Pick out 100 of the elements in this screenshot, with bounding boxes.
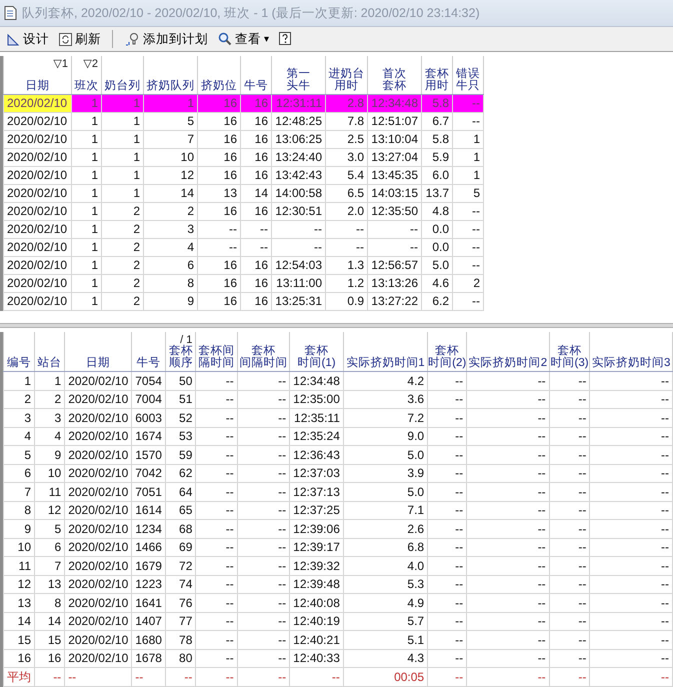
- table-cell: 14: [144, 184, 198, 202]
- table-cell: 2: [102, 238, 144, 256]
- view-menu-button[interactable]: 查看 ▾: [215, 29, 272, 49]
- table-row[interactable]: 2020/02/10 1 1 7 16 16 13:06:25 2.5 13:10:04 5.8 1: [4, 130, 484, 148]
- table-cell: 2020/02/10: [64, 427, 132, 446]
- table-cell: 4.0: [343, 556, 428, 576]
- column-header[interactable]: 挤奶位: [198, 56, 240, 94]
- table-cell: 14:03:15: [368, 184, 422, 202]
- table-cell: --: [428, 446, 467, 464]
- table-cell: 16: [240, 274, 272, 292]
- table-cell: --: [428, 649, 467, 668]
- table-cell: 5.1: [343, 630, 428, 650]
- table-row[interactable]: 2020/02/10 1 2 3 -- -- -- -- -- 0.0 --: [4, 220, 484, 238]
- table-cell: --: [237, 501, 290, 520]
- table-cell: 12:39:48: [290, 575, 344, 594]
- table-cell: --: [428, 408, 467, 428]
- table-row[interactable]: 2020/02/10 1 2 4 -- -- -- -- -- 0.0 --: [4, 238, 484, 256]
- table-cell: --: [196, 668, 238, 686]
- table-cell: 1: [72, 112, 102, 130]
- table-cell: 12:36:43: [290, 446, 344, 464]
- design-button[interactable]: 设计: [4, 29, 52, 49]
- table-cell: 2.0: [326, 202, 368, 220]
- table-cell: 12:51:07: [368, 112, 422, 130]
- table-cell: 74: [166, 575, 196, 594]
- table-cell: 12: [144, 166, 198, 184]
- column-header[interactable]: 牛号: [240, 56, 272, 94]
- table-cell: 2: [102, 202, 144, 220]
- table-cell: --: [466, 446, 550, 464]
- table-cell: 12:35:24: [290, 427, 344, 446]
- table-cell: --: [428, 501, 467, 520]
- table-cell: 12:40:33: [290, 649, 344, 668]
- table-cell: --: [290, 668, 344, 686]
- table-cell: 0.9: [326, 292, 368, 310]
- table-cell: 1: [72, 130, 102, 148]
- table-cell: --: [326, 220, 368, 238]
- table-cell: --: [272, 238, 326, 256]
- table-cell: 78: [166, 630, 196, 650]
- add-to-plan-button[interactable]: 添加到计划: [121, 29, 211, 49]
- table-cell: --: [466, 501, 550, 520]
- column-header[interactable]: 进奶台用时: [326, 56, 368, 94]
- table-row[interactable]: 2020/02/10 1 2 8 16 16 13:11:00 1.2 13:13:26 4.6 2: [4, 274, 484, 292]
- column-header[interactable]: 首次套杯: [368, 56, 422, 94]
- table-cell: --: [198, 220, 240, 238]
- table-cell: 16: [198, 94, 240, 112]
- table-row[interactable]: 2020/02/10 1 2 6 16 16 12:54:03 1.3 12:56:57 5.0 --: [4, 256, 484, 274]
- column-header[interactable]: 奶台列: [102, 56, 144, 94]
- table-cell: --: [237, 408, 290, 428]
- column-header[interactable]: 错误牛只: [452, 56, 484, 94]
- table-row[interactable]: 2020/02/10 1 2 9 16 16 13:25:31 0.9 13:27:22 6.2 --: [4, 292, 484, 310]
- table-cell: --: [466, 630, 550, 650]
- table-cell: 5.3: [343, 575, 428, 594]
- table-cell: --: [428, 482, 467, 502]
- table-cell: 0.0: [422, 238, 452, 256]
- table-cell: 7.1: [343, 501, 428, 520]
- table-cell: 6.5: [326, 184, 368, 202]
- table-cell: 1678: [132, 649, 166, 668]
- table-cell: 3: [144, 220, 198, 238]
- table-cell: --: [549, 482, 590, 502]
- table-row[interactable]: 2020/02/10 1 1 5 16 16 12:48:25 7.8 12:51:07 6.7 --: [4, 112, 484, 130]
- column-header[interactable]: 第一头牛: [272, 56, 326, 94]
- table-cell: --: [590, 446, 672, 464]
- table-cell: --: [466, 464, 550, 483]
- table-cell: 13:24:40: [272, 148, 326, 166]
- sort-indicator: ▽2: [83, 58, 98, 70]
- table-cell: 2: [102, 256, 144, 274]
- table-cell: 8: [4, 501, 34, 520]
- table-cell: 2020/02/10: [64, 630, 132, 650]
- column-header[interactable]: 挤奶队列: [144, 56, 198, 94]
- table-cell: 4: [144, 238, 198, 256]
- column-header[interactable]: ▽2 班次: [72, 56, 102, 94]
- table-cell: --: [428, 520, 467, 538]
- table-cell: --: [466, 390, 550, 409]
- table-cell: 14: [34, 612, 65, 631]
- column-header[interactable]: 套杯用时: [422, 56, 452, 94]
- table-cell: 12:35:11: [290, 408, 344, 428]
- table-cell: 1680: [132, 630, 166, 650]
- table-cell: 1: [72, 184, 102, 202]
- table-cell: 12:54:03: [272, 256, 326, 274]
- table-cell: --: [549, 520, 590, 538]
- table-cell: 12:40:21: [290, 630, 344, 650]
- table-row[interactable]: 2020/02/10 1 1 1 16 16 12:31:11 2.8 12:34:48 5.8 --: [4, 94, 484, 112]
- table-row[interactable]: 2020/02/10 1 1 14 13 14 14:00:58 6.5 14:03:15 13.7 5: [4, 184, 484, 202]
- table-cell: --: [196, 482, 238, 502]
- table-cell: 4: [34, 427, 65, 446]
- table-cell: 16: [198, 166, 240, 184]
- table-cell: --: [34, 668, 65, 686]
- table-row[interactable]: 2020/02/10 1 1 12 16 16 13:42:43 5.4 13:45:35 6.0 1: [4, 166, 484, 184]
- table-row[interactable]: 2020/02/10 1 1 10 16 16 13:24:40 3.0 13:27:04 5.9 1: [4, 148, 484, 166]
- table-cell: --: [196, 612, 238, 631]
- table-cell: 6.7: [422, 112, 452, 130]
- table-row[interactable]: 2020/02/10 1 2 2 16 16 12:30:51 2.0 12:35:50 4.8 --: [4, 202, 484, 220]
- triangle-ruler-icon: [7, 32, 20, 46]
- table-cell: 1.3: [326, 256, 368, 274]
- refresh-button[interactable]: 刷新: [56, 29, 104, 49]
- table-cell: 4.2: [343, 372, 428, 390]
- table-cell: --: [237, 464, 290, 483]
- table-cell: 2020/02/10: [64, 649, 132, 668]
- table-cell: 16: [198, 274, 240, 292]
- table-cell: --: [240, 220, 272, 238]
- column-header[interactable]: ▽1 日期: [4, 56, 72, 94]
